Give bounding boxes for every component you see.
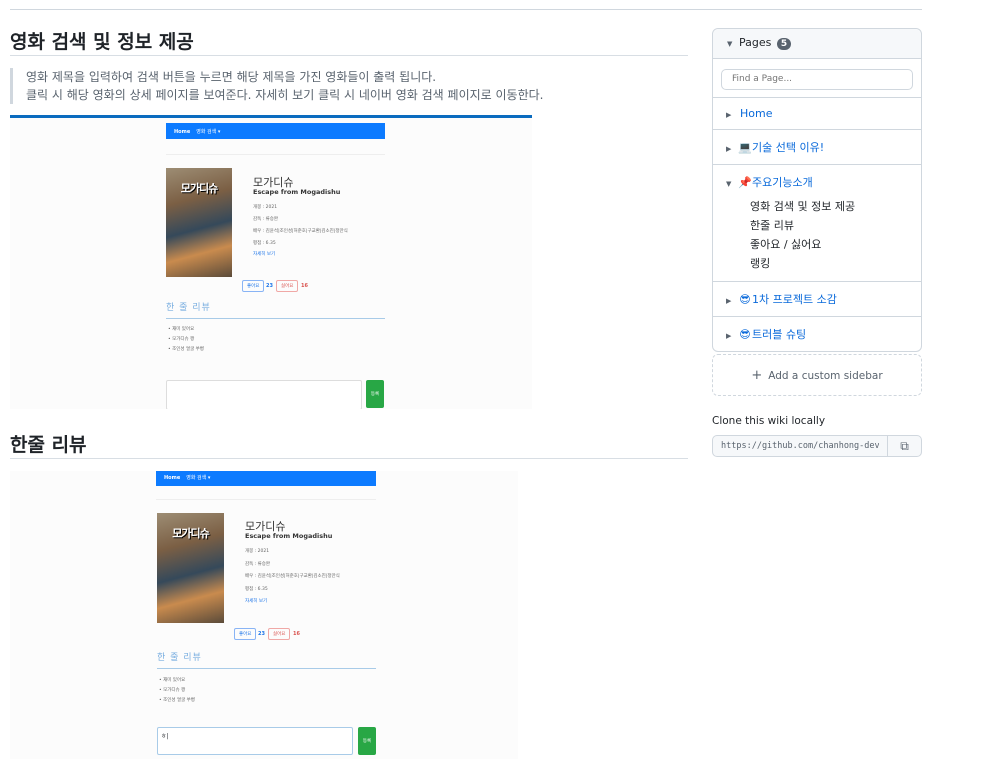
caret-down-icon: ▼ <box>727 40 733 48</box>
pages-label: Pages <box>739 36 772 49</box>
add-custom-sidebar-button[interactable]: + Add a custom sidebar <box>712 354 922 396</box>
movie-info-rating: 평점 : 6.35 <box>245 587 268 592</box>
movie-info-director: 감독 : 류승완 <box>245 562 271 567</box>
sunglasses-icon: 😎 <box>739 327 751 341</box>
poster-title: 모가디슈 <box>180 182 218 195</box>
add-sidebar-label: Add a custom sidebar <box>768 370 883 382</box>
like-button: 좋아요 <box>242 280 265 292</box>
demo-screenshot-1: Home 영화 검색 ▾ 모가디슈 모가디슈 Escape from Mogadi… <box>10 115 532 409</box>
dislike-button: 싫어요 <box>276 280 299 292</box>
features-sublist: 영화 검색 및 정보 제공 한줄 리뷰 좋아요 / 싫어요 랭킹 <box>726 190 921 275</box>
dislike-button: 싫어요 <box>268 628 291 640</box>
sidebar-item-home[interactable]: ▶ Home <box>713 98 921 130</box>
clone-url-input[interactable] <box>712 435 888 457</box>
review-item: • 모가디슈 짱 <box>168 337 195 342</box>
sidebar-item-label[interactable]: 기술 선택 이유! <box>752 141 824 154</box>
pushpin-icon: 📌 <box>738 175 752 189</box>
sidebar-item-label[interactable]: 트러블 슈팅 <box>752 328 806 341</box>
pages-header[interactable]: ▼ Pages 5 <box>713 29 921 59</box>
movie-poster: 모가디슈 <box>157 513 224 623</box>
movie-info-director: 감독 : 류승완 <box>253 217 279 222</box>
poster-title: 모가디슈 <box>172 527 209 540</box>
dislike-count: 16 <box>293 631 300 637</box>
review-heading: 한 줄 리뷰 <box>166 300 385 319</box>
clone-url-group: ⧉ <box>712 435 922 457</box>
copy-icon: ⧉ <box>900 439 909 453</box>
pages-count-badge: 5 <box>776 38 792 50</box>
review-item: • 재미 있어요 <box>168 327 195 332</box>
sidebar-item-troubleshooting[interactable]: ▶ 😎트러블 슈팅 <box>713 317 921 351</box>
clone-label: Clone this wiki locally <box>712 415 826 427</box>
sunglasses-icon: 😎 <box>739 292 751 306</box>
caret-right-icon[interactable]: ▶ <box>726 145 738 153</box>
movie-info-actors: 배우 : 김윤석|조인성|허준호|구교환|김소진|정만식 <box>253 229 348 234</box>
find-page-container <box>713 59 921 98</box>
review-textarea: ㅎ| <box>157 727 353 755</box>
section-heading-search: 영화 검색 및 정보 제공 <box>10 10 688 56</box>
like-count: 23 <box>258 631 265 637</box>
demo-nav-brand: Home <box>174 129 191 135</box>
demo-separator <box>156 499 376 500</box>
subitem-like[interactable]: 좋아요 / 싫어요 <box>750 236 921 255</box>
detail-link: 자세히 보기 <box>245 599 268 604</box>
sidebar-item-tech[interactable]: ▶ 💻기술 선택 이유! <box>713 130 921 165</box>
demo-nav-brand: Home <box>164 475 181 481</box>
subitem-search[interactable]: 영화 검색 및 정보 제공 <box>750 198 921 217</box>
movie-subtitle: Escape from Mogadishu <box>245 532 333 540</box>
review-item: • 재미 있어요 <box>159 678 186 683</box>
caret-right-icon[interactable]: ▶ <box>726 111 738 119</box>
submit-button: 등록 <box>366 380 384 408</box>
movie-subtitle: Escape from Mogadishu <box>253 188 341 196</box>
section-heading-review: 한줄 리뷰 <box>10 409 688 459</box>
movie-info-rating: 평점 : 6.35 <box>253 241 276 246</box>
sidebar-item-features[interactable]: ▼ 📌주요기능소개 영화 검색 및 정보 제공 한줄 리뷰 좋아요 / 싫어요 랭… <box>713 165 921 282</box>
find-page-input[interactable] <box>721 68 913 90</box>
movie-info-release: 개봉 : 2021 <box>245 549 270 554</box>
like-button: 좋아요 <box>234 628 257 640</box>
detail-link: 자세히 보기 <box>253 252 276 257</box>
review-item: • 조인성 얼굴 쑤뻥 <box>159 698 195 703</box>
demo-navbar: Home 영화 검색 ▾ <box>166 123 385 139</box>
sidebar-item-label[interactable]: 1차 프로젝트 소감 <box>752 293 837 306</box>
review-item: • 조인성 얼굴 쑤뻥 <box>168 347 204 352</box>
caret-right-icon[interactable]: ▶ <box>726 297 738 305</box>
demo-nav-menu: 영화 검색 ▾ <box>196 129 221 135</box>
dislike-count: 16 <box>301 283 308 289</box>
description-quote: 영화 제목을 입력하여 검색 버튼을 누르면 해당 제목을 가진 영화들이 출력… <box>10 68 688 104</box>
plus-icon: + <box>751 368 763 383</box>
sidebar-item-label[interactable]: 주요기능소개 <box>752 176 813 189</box>
caret-right-icon[interactable]: ▶ <box>726 332 738 340</box>
pages-sidebar: ▼Pages 5 ▶Home ▶💻기술 선택 이유! ▼📌주요기능소개 영화 검… <box>712 28 922 352</box>
quote-line-1: 영화 제목을 입력하여 검색 버튼을 누르면 해당 제목을 가진 영화들이 출력… <box>26 70 437 84</box>
demo-nav-menu: 영화 검색 ▾ <box>186 475 211 481</box>
demo-screenshot-2: Home 영화 검색 ▾ 모가디슈 모가디슈 Escape from Mogadi… <box>10 471 518 759</box>
submit-button: 등록 <box>358 727 376 755</box>
review-textarea <box>166 380 362 409</box>
movie-poster: 모가디슈 <box>166 168 232 277</box>
laptop-icon: 💻 <box>738 140 752 154</box>
like-count: 23 <box>266 283 273 289</box>
review-item: • 모가디슈 짱 <box>159 688 186 693</box>
subitem-review[interactable]: 한줄 리뷰 <box>750 217 921 236</box>
sidebar-item-retrospective[interactable]: ▶ 😎1차 프로젝트 소감 <box>713 282 921 317</box>
quote-line-2: 클릭 시 해당 영화의 상세 페이지를 보여준다. 자세히 보기 클릭 시 네이… <box>26 88 544 102</box>
sidebar-item-label[interactable]: Home <box>740 107 772 120</box>
review-heading: 한 줄 리뷰 <box>157 650 376 669</box>
demo-separator <box>166 154 385 155</box>
copy-button[interactable]: ⧉ <box>887 435 922 457</box>
caret-down-icon[interactable]: ▼ <box>726 180 738 188</box>
movie-info-release: 개봉 : 2021 <box>253 205 278 210</box>
movie-info-actors: 배우 : 김윤석|조인성|허준호|구교환|김소진|정만식 <box>245 574 340 579</box>
subitem-ranking[interactable]: 랭킹 <box>750 255 921 274</box>
demo-navbar: Home 영화 검색 ▾ <box>156 471 376 486</box>
wiki-content: 영화 검색 및 정보 제공 영화 제목을 입력하여 검색 버튼을 누르면 해당 … <box>10 10 688 759</box>
